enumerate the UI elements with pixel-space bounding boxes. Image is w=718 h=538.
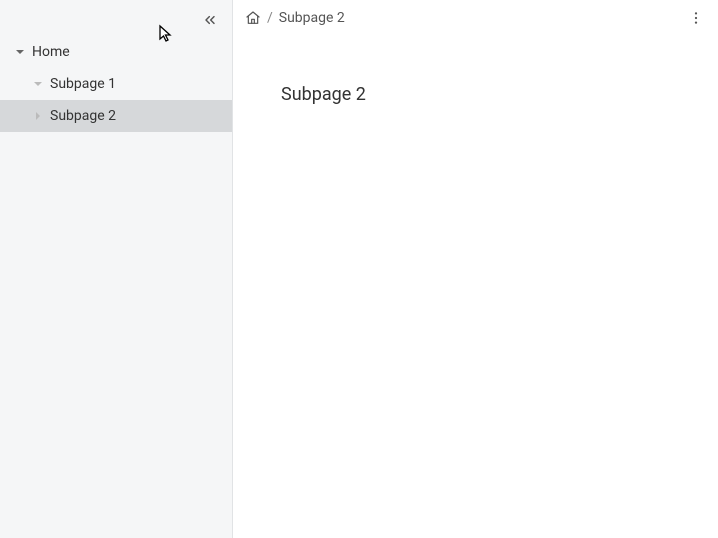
more-options-button[interactable] — [684, 6, 708, 30]
page-tree: Home Subpage 1 Subpage 2 — [0, 28, 232, 132]
tree-item-subpage-2[interactable]: Subpage 2 — [0, 100, 232, 132]
breadcrumb: / Subpage 2 — [245, 10, 345, 26]
tree-item-home[interactable]: Home — [0, 36, 232, 68]
tree-item-label: Subpage 2 — [50, 108, 116, 124]
topbar: / Subpage 2 — [233, 0, 718, 36]
chevron-double-left-icon — [202, 12, 218, 28]
caret-down-icon[interactable] — [12, 44, 28, 60]
page-title: Subpage 2 — [281, 84, 670, 105]
tree-item-subpage-1[interactable]: Subpage 1 — [0, 68, 232, 100]
tree-item-label: Subpage 1 — [50, 76, 116, 92]
sidebar: Home Subpage 1 Subpage 2 — [0, 0, 233, 538]
breadcrumb-current[interactable]: Subpage 2 — [279, 10, 345, 26]
dots-vertical-icon — [688, 10, 704, 26]
breadcrumb-separator: / — [267, 10, 273, 26]
tree-item-label: Home — [32, 44, 70, 60]
main-panel: / Subpage 2 Subpage 2 — [233, 0, 718, 538]
caret-right-icon[interactable] — [30, 76, 46, 92]
home-icon[interactable] — [245, 10, 261, 26]
page-content: Subpage 2 — [233, 36, 718, 538]
collapse-sidebar-button[interactable] — [198, 8, 222, 32]
caret-right-icon[interactable] — [30, 108, 46, 124]
